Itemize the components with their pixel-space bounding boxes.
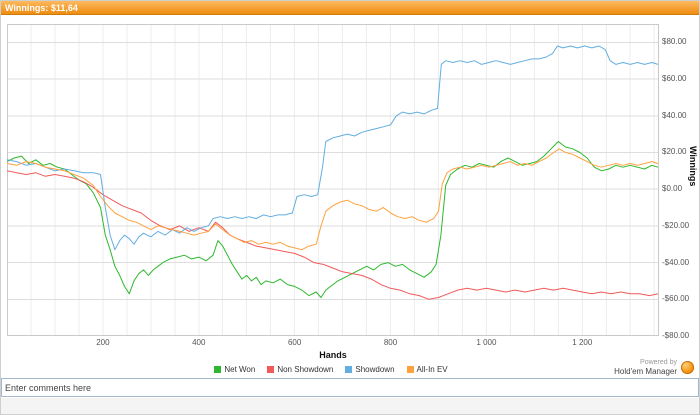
x-tick-label: 400 (192, 338, 206, 347)
legend-label-all-in-ev: All-In EV (416, 365, 448, 374)
y-tick-label: $80.00 (662, 37, 687, 47)
plot-canvas (7, 24, 659, 336)
legend-label-net-won: Net Won (224, 365, 256, 374)
series-line-net-won (7, 141, 659, 298)
series-line-showdown (7, 45, 659, 251)
holdem-manager-graph-window: Winnings: $11,64 $80.00 $60.00 $40.00 $20.0… (0, 0, 700, 415)
chart-legend: Net Won Non Showdown Showdown All-In EV (1, 365, 661, 374)
legend-label-showdown: Showdown (355, 365, 395, 374)
y-tick-label: $40.00 (662, 110, 687, 120)
series-line-non-showdown (7, 170, 659, 300)
comments-input[interactable] (1, 378, 699, 397)
x-tick-label: 200 (96, 338, 110, 347)
y-tick-label: -$40.00 (662, 257, 690, 267)
y-tick-label: $20.00 (662, 147, 687, 157)
y-tick-label: -$60.00 (662, 294, 690, 304)
legend-item-showdown: Showdown (345, 365, 395, 374)
x-tick-label: 800 (383, 338, 398, 347)
legend-item-net-won: Net Won (214, 365, 255, 374)
x-tick-label: 1 000 (476, 338, 497, 347)
winnings-chart: $80.00 $60.00 $40.00 $20.00 $0.00 -$20.00 -$40… (1, 16, 699, 377)
y-tick-label: -$20.00 (662, 220, 690, 230)
powered-by-label: Powered by (640, 359, 677, 366)
y-axis-title: Winnings (688, 146, 698, 187)
legend-swatch-showdown (345, 366, 353, 373)
powered-by-text: Powered by Hold'em Manager (614, 358, 677, 377)
powered-by-block: Powered by Hold'em Manager (614, 358, 694, 377)
y-tick-label: $60.00 (662, 74, 687, 84)
brand-label: Hold'em Manager (614, 367, 677, 376)
x-axis-title: Hands (319, 350, 347, 360)
winnings-total: Winnings: $11,64 (5, 3, 78, 13)
legend-item-non-showdown: Non Showdown (267, 365, 333, 374)
legend-swatch-net-won (214, 366, 222, 373)
footer-strip (1, 398, 699, 414)
x-tick-label: 600 (287, 338, 302, 347)
legend-swatch-all-in-ev (406, 366, 414, 373)
series-line-all-in-ev (7, 148, 659, 251)
x-axis-labels: 200 400 600 800 1 000 1 200 (1, 338, 699, 348)
winnings-title-bar: Winnings: $11,64 (1, 1, 699, 15)
holdem-manager-logo-icon (681, 361, 694, 374)
y-tick-label: $0.00 (662, 184, 683, 194)
legend-item-all-in-ev: All-In EV (406, 365, 448, 374)
legend-swatch-non-showdown (267, 366, 275, 373)
legend-label-non-showdown: Non Showdown (277, 365, 334, 374)
x-tick-label: 1 200 (572, 338, 593, 347)
